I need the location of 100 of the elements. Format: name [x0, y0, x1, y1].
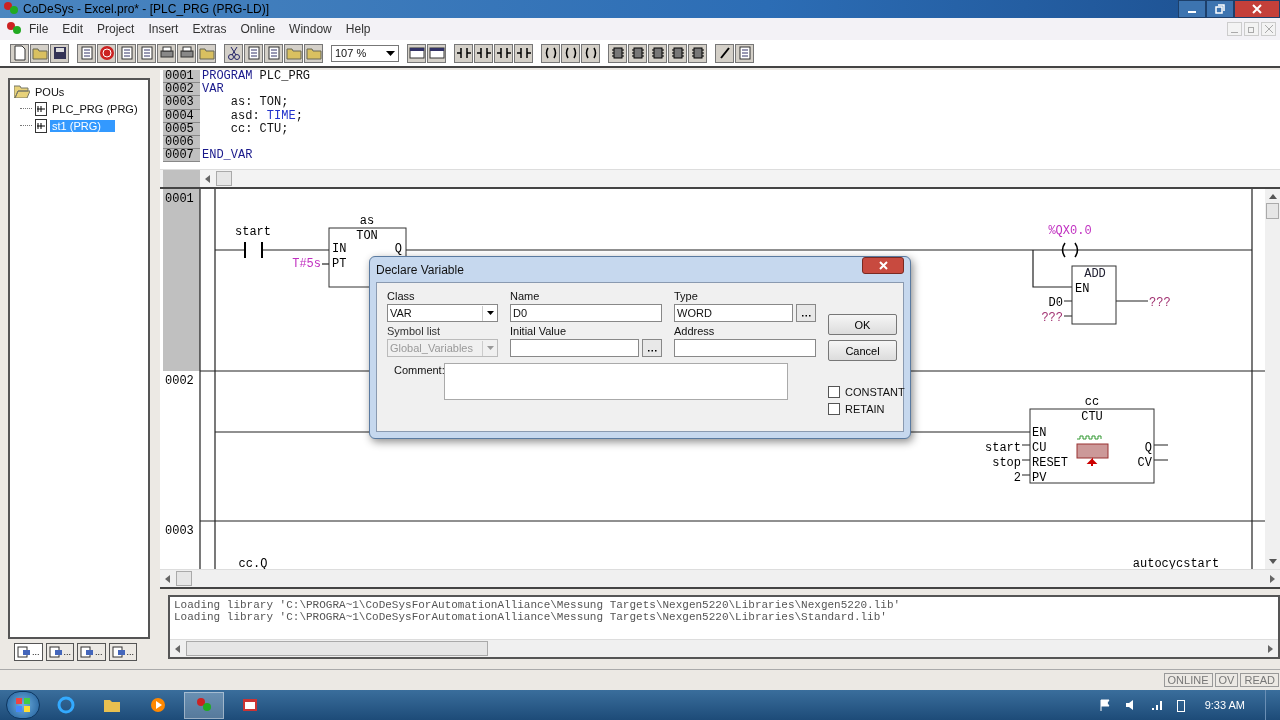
sheet-icon: [138, 45, 155, 61]
scroll-right-icon[interactable]: [1268, 574, 1276, 583]
toolbar-button[interactable]: [648, 43, 667, 63]
tree-item[interactable]: POUs: [33, 85, 67, 98]
browse-button[interactable]: [642, 339, 662, 357]
toolbar-button[interactable]: [494, 43, 513, 63]
scroll-left-icon[interactable]: [174, 644, 182, 653]
status-indicator: ONLINE: [1163, 673, 1213, 687]
contact-icon: [515, 45, 532, 61]
field-label: Initial Value: [510, 324, 568, 338]
code-line: cc: CTU;: [229, 122, 289, 136]
toolbar-button[interactable]: [50, 43, 69, 63]
sheet-icon: [736, 45, 753, 61]
scroll-right-icon[interactable]: [1266, 644, 1274, 653]
chip-icon: [629, 45, 646, 61]
close-button[interactable]: [1234, 0, 1280, 18]
scrollbar-thumb[interactable]: [1266, 203, 1279, 219]
toolbar-button[interactable]: [157, 43, 176, 63]
browse-button[interactable]: [796, 304, 816, 322]
pin-label: CV: [1137, 456, 1152, 470]
object-icon: [17, 646, 31, 658]
pin-label: PV: [1032, 471, 1047, 485]
input-field[interactable]: WORD: [674, 304, 793, 322]
object-tab[interactable]: ...: [45, 643, 75, 661]
input-field[interactable]: D0: [510, 304, 662, 322]
menu-item[interactable]: Project: [90, 22, 142, 36]
block-type: CTU: [1081, 410, 1103, 424]
signal-icon[interactable]: [1150, 699, 1163, 711]
folder-icon: [305, 45, 322, 61]
dialog-button[interactable]: OK: [828, 314, 897, 335]
restore-button[interactable]: [1206, 0, 1234, 18]
battery-icon[interactable]: [1176, 698, 1185, 712]
input-field[interactable]: [674, 339, 816, 357]
input-field[interactable]: [510, 339, 639, 357]
dialog-button[interactable]: Cancel: [828, 340, 897, 361]
printer-icon: [158, 45, 175, 61]
toolbar-button[interactable]: [581, 43, 600, 63]
menu-item[interactable]: File: [22, 22, 56, 36]
variable-label: autocycstart: [1132, 557, 1220, 570]
code-line: PROGRAM PLC_PRG: [202, 70, 311, 83]
object-tab[interactable]: ...: [14, 643, 43, 661]
toolbar-button[interactable]: [407, 43, 426, 63]
menu-item[interactable]: Insert: [141, 22, 186, 36]
line-number: 0007: [163, 149, 200, 163]
network-number: 0003: [165, 524, 194, 538]
toolbar-button[interactable]: [561, 43, 580, 63]
menu-item[interactable]: Help: [338, 22, 378, 36]
menu-item[interactable]: Window: [282, 22, 339, 36]
start-button[interactable]: [6, 691, 40, 719]
pin-label: EN: [1075, 282, 1090, 296]
object-tab[interactable]: ...: [108, 643, 138, 661]
network-number: 0002: [165, 374, 194, 388]
pin-label: Q: [1144, 441, 1152, 455]
checkbox[interactable]: [828, 386, 840, 398]
toolbar-button[interactable]: [608, 43, 627, 63]
comment-field[interactable]: [444, 363, 788, 400]
toolbar-button[interactable]: [427, 43, 446, 63]
dropdown-arrow-icon: [386, 50, 395, 56]
flag-icon[interactable]: [1098, 699, 1111, 711]
toolbar-button[interactable]: [177, 43, 196, 63]
scrollbar-thumb[interactable]: [186, 641, 488, 656]
minimize-button[interactable]: [1178, 0, 1206, 18]
dropdown[interactable]: VAR: [387, 304, 498, 322]
folder-icon: [31, 45, 48, 61]
menu-item[interactable]: Online: [233, 22, 283, 36]
toolbar-button[interactable]: [715, 43, 734, 63]
scrollbar-thumb[interactable]: [176, 571, 192, 586]
checkbox[interactable]: [828, 403, 840, 415]
browser-icon: [57, 696, 75, 714]
sheet-icon: [245, 45, 262, 61]
output-address: %QX0.0: [1048, 224, 1092, 238]
clock[interactable]: 9:33 AM: [1194, 699, 1259, 711]
zoom-dropdown[interactable]: 107 %: [331, 44, 399, 62]
pin-label: PT: [332, 257, 347, 271]
menu-item[interactable]: Extras: [185, 22, 234, 36]
scroll-left-icon[interactable]: [164, 574, 172, 583]
scroll-left-icon[interactable]: [204, 174, 212, 183]
sheet-icon: [118, 45, 135, 61]
scroll-up-icon[interactable]: [1268, 193, 1277, 199]
menu-item[interactable]: Edit: [55, 22, 91, 36]
toolbar-button[interactable]: [668, 43, 687, 63]
close-button[interactable]: [862, 257, 904, 274]
toolbar-button[interactable]: [474, 43, 493, 63]
app-logo-icon: [3, 1, 19, 17]
object-tab[interactable]: ...: [77, 643, 106, 661]
toolbar-button[interactable]: [541, 43, 560, 63]
scrollbar-thumb[interactable]: [216, 171, 232, 186]
toolbar-button[interactable]: [514, 43, 533, 63]
toolbar-button[interactable]: [224, 43, 243, 63]
media-player-icon: [150, 697, 166, 713]
tree-item[interactable]: PLC_PRG (PRG): [50, 102, 140, 115]
object-icon: [80, 646, 95, 658]
toolbar-button[interactable]: [628, 43, 647, 63]
minimize-icon: [1231, 31, 1238, 33]
field-label: Class: [387, 289, 416, 303]
output-label: ???: [1149, 296, 1171, 310]
toolbar-button[interactable]: [688, 43, 707, 63]
close-icon: [1264, 25, 1273, 33]
scroll-down-icon[interactable]: [1268, 559, 1277, 565]
toolbar-button[interactable]: [454, 43, 473, 63]
